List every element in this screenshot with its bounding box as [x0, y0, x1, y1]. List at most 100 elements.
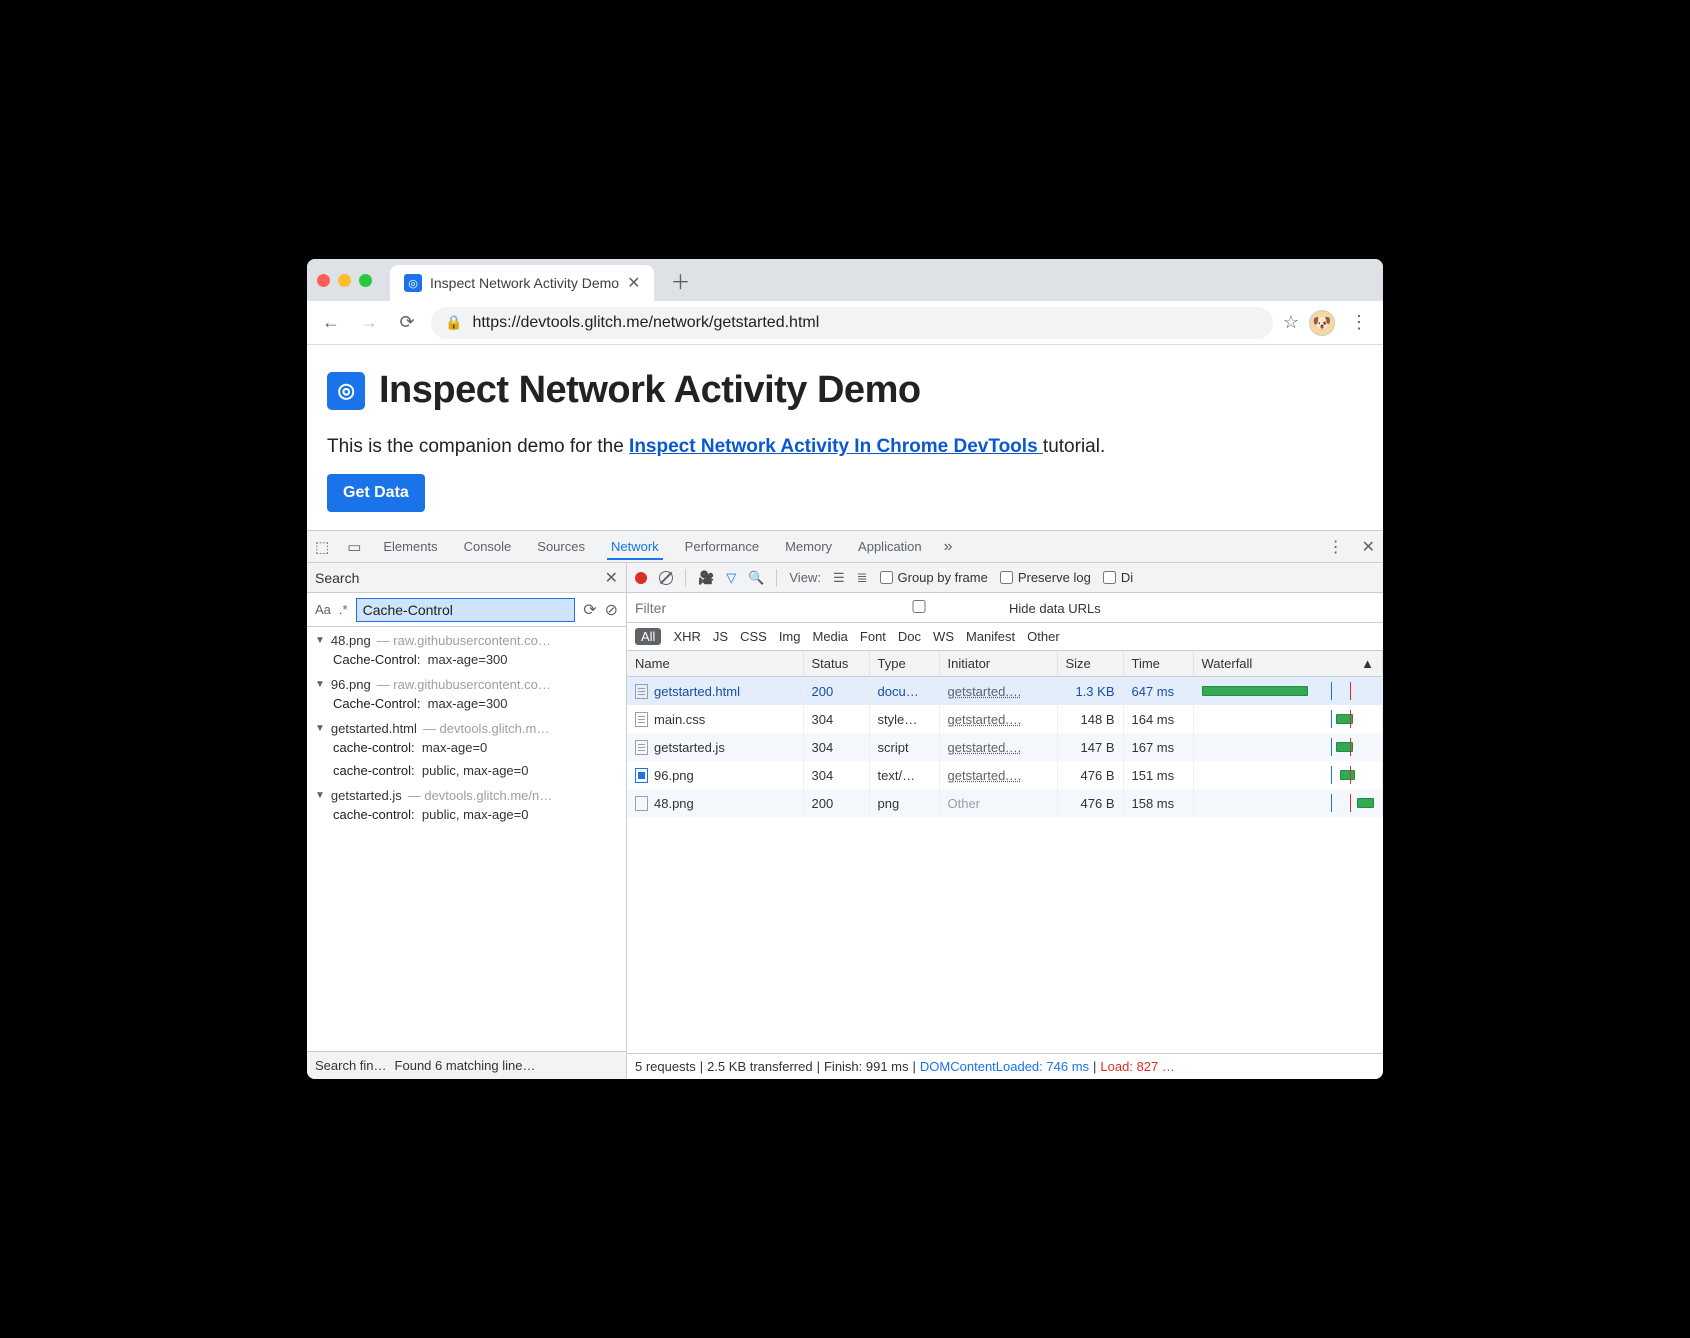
page-intro: This is the companion demo for the Inspe… [327, 436, 1363, 458]
type-filter-js[interactable]: JS [713, 629, 728, 644]
tab-console[interactable]: Console [460, 533, 516, 560]
tab-favicon-icon: ◎ [404, 274, 422, 292]
table-row[interactable]: main.css304style…getstarted.…148 B164 ms [627, 705, 1383, 733]
lock-icon: 🔒 [445, 314, 462, 331]
tab-memory[interactable]: Memory [781, 533, 836, 560]
search-result-line[interactable]: Cache-Control: max-age=300 [315, 648, 618, 671]
file-icon [635, 684, 648, 699]
intro-pre: This is the companion demo for the [327, 436, 629, 457]
preserve-log-checkbox[interactable]: Preserve log [1000, 570, 1091, 585]
record-icon[interactable] [635, 572, 647, 584]
table-header-row: NameStatusTypeInitiatorSizeTimeWaterfall… [627, 651, 1383, 677]
search-result-line[interactable]: cache-control: public, max-age=0 [315, 803, 618, 826]
window-zoom-button[interactable] [359, 274, 372, 287]
type-filter-media[interactable]: Media [812, 629, 847, 644]
url-text: https://devtools.glitch.me/network/getst… [472, 314, 819, 332]
browser-toolbar: ← → ⟳ 🔒 https://devtools.glitch.me/netwo… [307, 301, 1383, 345]
group-by-frame-checkbox[interactable]: Group by frame [880, 570, 988, 585]
disable-cache-checkbox[interactable]: Di [1103, 570, 1133, 585]
hide-data-urls-checkbox[interactable]: Hide data URLs [829, 600, 1101, 616]
column-header[interactable]: Waterfall▲ [1193, 651, 1383, 677]
type-filter-manifest[interactable]: Manifest [966, 629, 1015, 644]
filter-input[interactable] [635, 600, 815, 616]
waterfall-cell [1202, 766, 1375, 784]
page-logo-icon: ◎ [327, 372, 365, 410]
device-toggle-icon[interactable]: ▭ [347, 538, 361, 556]
match-case-icon[interactable]: Aa [315, 602, 331, 617]
tab-network[interactable]: Network [607, 533, 663, 560]
search-result-line[interactable]: cache-control: max-age=0 [315, 736, 618, 759]
tutorial-link[interactable]: Inspect Network Activity In Chrome DevTo… [629, 436, 1043, 457]
column-header[interactable]: Initiator [939, 651, 1057, 677]
table-row[interactable]: 48.png200pngOther476 B158 ms [627, 789, 1383, 817]
network-panel: 🎥 ▽ 🔍 View: ☰ ≣ Group by frame Preserve … [627, 563, 1383, 1079]
tab-elements[interactable]: Elements [379, 533, 441, 560]
browser-tab[interactable]: ◎ Inspect Network Activity Demo ✕ [390, 265, 654, 301]
search-result-file[interactable]: ▼ getstarted.js — devtools.glitch.me/n…c… [307, 782, 626, 826]
search-input[interactable] [356, 598, 576, 622]
search-result-line[interactable]: cache-control: public, max-age=0 [315, 759, 618, 782]
column-header[interactable]: Size [1057, 651, 1123, 677]
column-header[interactable]: Time [1123, 651, 1193, 677]
file-icon [635, 712, 648, 727]
back-button[interactable]: ← [317, 309, 345, 337]
column-header[interactable]: Name [627, 651, 803, 677]
search-result-line[interactable]: Cache-Control: max-age=300 [315, 692, 618, 715]
column-header[interactable]: Type [869, 651, 939, 677]
type-filter-xhr[interactable]: XHR [673, 629, 700, 644]
window-close-button[interactable] [317, 274, 330, 287]
search-result-file[interactable]: ▼ 96.png — raw.githubusercontent.co…Cach… [307, 671, 626, 715]
get-data-button[interactable]: Get Data [327, 474, 425, 512]
clear-search-icon[interactable]: ⊘ [605, 600, 618, 620]
network-filter-bar: Hide data URLs [627, 593, 1383, 623]
new-tab-button[interactable]: ＋ [666, 266, 694, 294]
search-result-file[interactable]: ▼ getstarted.html — devtools.glitch.m…ca… [307, 715, 626, 782]
more-tabs-icon[interactable]: » [944, 538, 953, 556]
close-tab-icon[interactable]: ✕ [627, 273, 640, 293]
tab-performance[interactable]: Performance [681, 533, 763, 560]
type-filter-css[interactable]: CSS [740, 629, 767, 644]
refresh-search-icon[interactable]: ⟳ [583, 600, 596, 620]
waterfall-cell [1202, 710, 1375, 728]
search-title: Search [315, 570, 359, 586]
search-status-left: Search fin… [315, 1058, 387, 1073]
view-overview-icon[interactable]: ≣ [857, 570, 868, 586]
search-icon[interactable]: 🔍 [748, 570, 764, 586]
reload-button[interactable]: ⟳ [393, 309, 421, 337]
forward-button[interactable]: → [355, 309, 383, 337]
type-filter-img[interactable]: Img [779, 629, 801, 644]
search-header: Search ✕ [307, 563, 626, 593]
search-close-icon[interactable]: ✕ [605, 568, 618, 588]
window-minimize-button[interactable] [338, 274, 351, 287]
column-header[interactable]: Status [803, 651, 869, 677]
type-filter-other[interactable]: Other [1027, 629, 1060, 644]
camera-icon[interactable]: 🎥 [698, 570, 714, 586]
type-filter-ws[interactable]: WS [933, 629, 954, 644]
table-row[interactable]: 96.png304text/…getstarted.…476 B151 ms [627, 761, 1383, 789]
type-filter-doc[interactable]: Doc [898, 629, 921, 644]
search-result-file[interactable]: ▼ 48.png — raw.githubusercontent.co…Cach… [307, 627, 626, 671]
summary-finish: Finish: 991 ms [824, 1059, 909, 1074]
tab-sources[interactable]: Sources [533, 533, 589, 560]
address-bar[interactable]: 🔒 https://devtools.glitch.me/network/get… [431, 307, 1273, 339]
devtools-close-icon[interactable]: ✕ [1362, 537, 1375, 557]
filter-icon[interactable]: ▽ [726, 570, 736, 586]
summary-domcontentloaded: DOMContentLoaded: 746 ms [920, 1059, 1089, 1074]
clear-icon[interactable] [659, 571, 673, 585]
devtools-menu-icon[interactable]: ⋮ [1328, 537, 1344, 557]
view-large-icon[interactable]: ☰ [833, 570, 845, 586]
inspect-element-icon[interactable]: ⬚ [315, 538, 329, 556]
browser-menu-button[interactable]: ⋮ [1345, 309, 1373, 337]
summary-transferred: 2.5 KB transferred [707, 1059, 813, 1074]
table-row[interactable]: getstarted.html200docu…getstarted.…1.3 K… [627, 677, 1383, 706]
regex-icon[interactable]: .* [339, 602, 348, 617]
bookmark-star-icon[interactable]: ☆ [1283, 312, 1299, 333]
type-filter-all[interactable]: All [635, 628, 661, 645]
intro-post: tutorial. [1043, 436, 1105, 457]
profile-avatar[interactable]: 🐶 [1309, 310, 1335, 336]
network-toolbar: 🎥 ▽ 🔍 View: ☰ ≣ Group by frame Preserve … [627, 563, 1383, 593]
type-filter-font[interactable]: Font [860, 629, 886, 644]
search-status: Search fin… Found 6 matching line… [307, 1051, 626, 1079]
table-row[interactable]: getstarted.js304scriptgetstarted.…147 B1… [627, 733, 1383, 761]
tab-application[interactable]: Application [854, 533, 926, 560]
